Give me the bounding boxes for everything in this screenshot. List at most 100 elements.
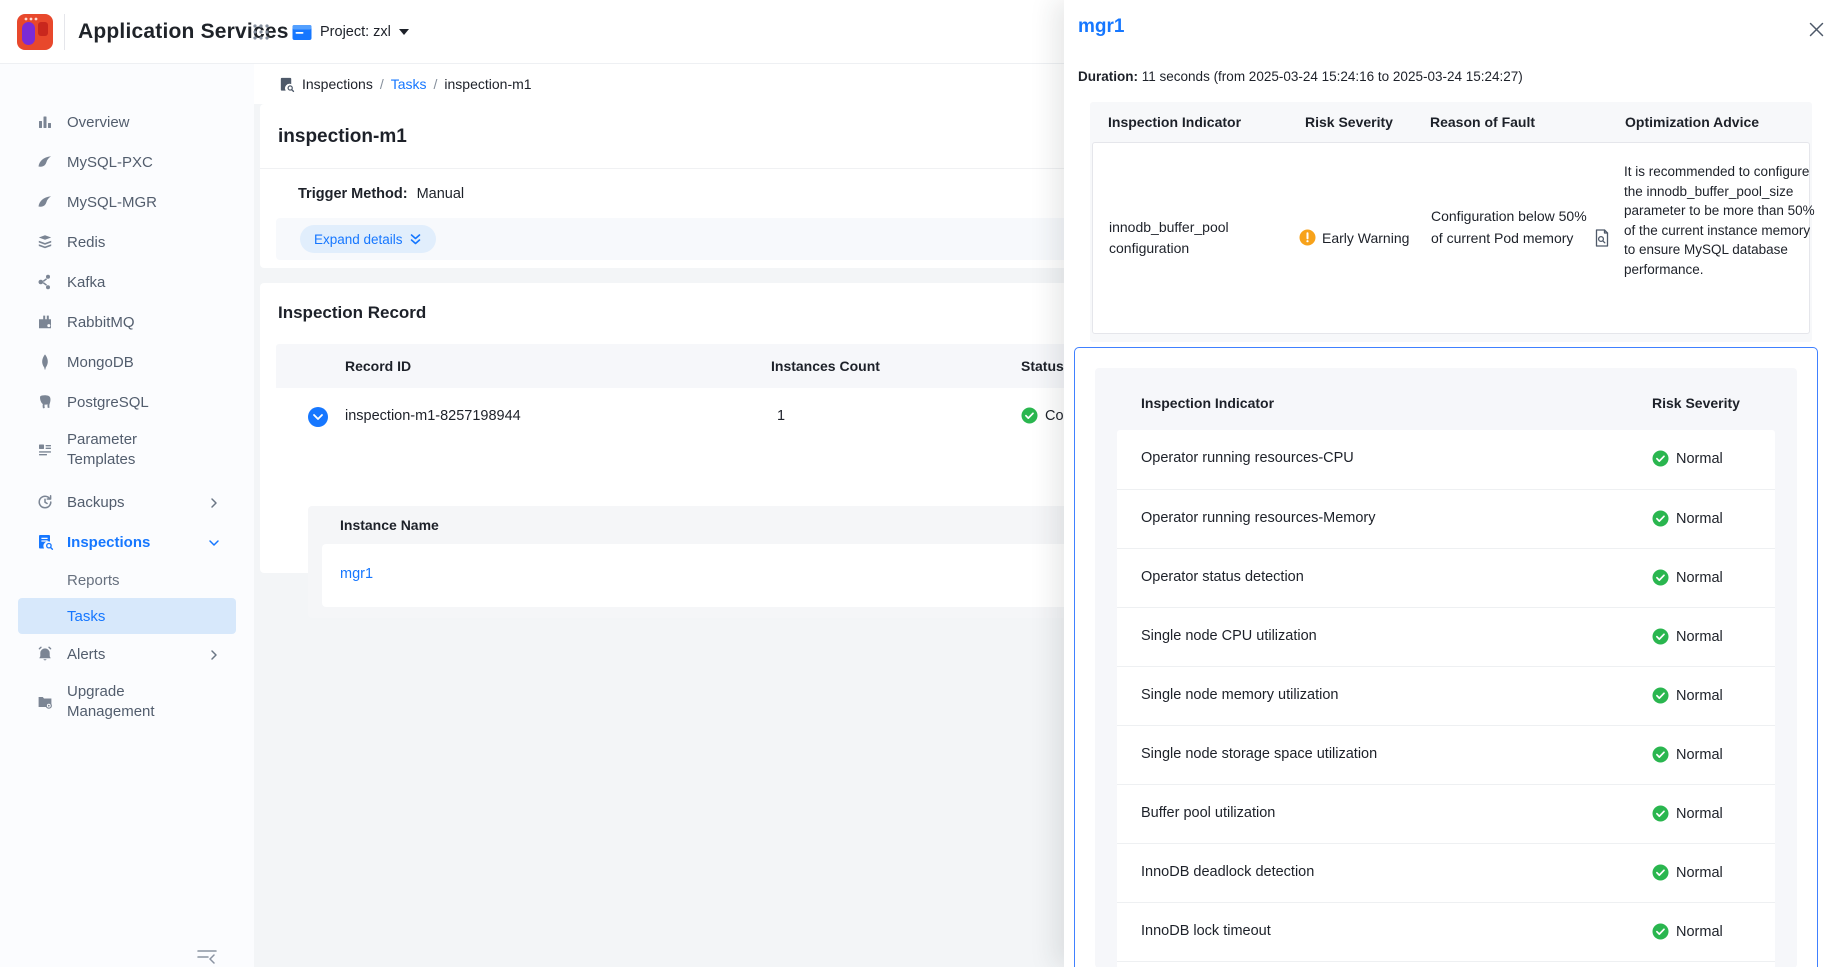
column-instances-count: Instances Count [771, 358, 880, 374]
fault-reason: Configuration below 50% of current Pod m… [1431, 205, 1591, 249]
fault-table: Inspection Indicator Risk Severity Reaso… [1090, 102, 1812, 342]
column-risk-severity: Risk Severity [1305, 114, 1393, 130]
template-icon [36, 441, 54, 459]
sidebar-item-label: Reports [67, 572, 120, 589]
sidebar: Overview MySQL-PXC MySQL-MGR Redis Kafka [0, 0, 254, 967]
instance-detail-drawer: mgr1 Duration: 11 seconds (from 2025-03-… [1064, 0, 1844, 967]
sidebar-item-tasks[interactable]: Tasks [18, 598, 236, 634]
collapse-sidebar-icon[interactable] [196, 948, 218, 964]
indicator-row: Operator running resources-Memory Normal [1117, 489, 1775, 548]
sidebar-item-label: RabbitMQ [67, 314, 135, 331]
sidebar-item-alerts[interactable]: Alerts [0, 634, 254, 674]
indicator-label: InnoDB lock timeout [1141, 923, 1271, 939]
severity-label: Normal [1676, 629, 1723, 645]
indicator-severity: Normal [1652, 864, 1723, 881]
severity-label: Normal [1676, 865, 1723, 881]
kafka-icon [36, 273, 54, 291]
indicator-label: Operator running resources-CPU [1141, 450, 1354, 466]
close-icon[interactable] [1809, 22, 1824, 37]
sidebar-item-rabbitmq[interactable]: RabbitMQ [0, 302, 254, 342]
check-circle-icon [1652, 746, 1669, 763]
breadcrumb-tasks[interactable]: Tasks [391, 76, 427, 92]
severity-label: Normal [1676, 924, 1723, 940]
indicator-row: Single node CPU utilization Normal [1117, 607, 1775, 666]
indicator-list: Operator running resources-CPU Normal Op… [1117, 430, 1775, 967]
upgrade-icon [36, 693, 54, 711]
indicator-row: InnoDB deadlock detection Normal [1117, 843, 1775, 902]
column-reason-of-fault: Reason of Fault [1430, 114, 1535, 130]
indicator-label: Operator status detection [1141, 569, 1304, 585]
fault-table-header: Inspection Indicator Risk Severity Reaso… [1090, 102, 1812, 142]
project-selector[interactable]: Project: zxl [292, 0, 409, 64]
dolphin-icon [36, 153, 54, 171]
sidebar-item-mongodb[interactable]: MongoDB [0, 342, 254, 382]
sidebar-item-kafka[interactable]: Kafka [0, 262, 254, 302]
indicator-severity: Normal [1652, 569, 1723, 586]
check-circle-icon [1652, 864, 1669, 881]
sidebar-item-label: Kafka [67, 274, 105, 291]
normal-indicators-table: Inspection Indicator Risk Severity Opera… [1095, 368, 1797, 967]
sidebar-item-label: Redis [67, 234, 105, 251]
leaf-icon [36, 353, 54, 371]
sidebar-item-label: Upgrade Management [67, 682, 197, 722]
sidebar-item-label: Tasks [67, 608, 105, 625]
indicator-severity: Normal [1652, 510, 1723, 527]
normal-indicators-box: Inspection Indicator Risk Severity Opera… [1074, 347, 1818, 967]
column-optimization-advice: Optimization Advice [1625, 114, 1759, 130]
caret-down-icon [399, 29, 409, 35]
breadcrumb-inspections[interactable]: Inspections [302, 76, 373, 92]
column-inspection-indicator: Inspection Indicator [1141, 395, 1274, 411]
check-circle-icon [1021, 407, 1038, 424]
sidebar-item-label: PostgreSQL [67, 394, 149, 411]
indicator-label: InnoDB deadlock detection [1141, 864, 1314, 880]
duration-row: Duration: 11 seconds (from 2025-03-24 15… [1078, 69, 1523, 84]
collapse-row-icon[interactable] [308, 407, 328, 427]
elephant-icon [36, 393, 54, 411]
sidebar-item-mysql-pxc[interactable]: MySQL-PXC [0, 142, 254, 182]
sidebar-item-mysql-mgr[interactable]: MySQL-MGR [0, 182, 254, 222]
rabbitmq-icon [36, 313, 54, 331]
indicator-severity: Normal [1652, 687, 1723, 704]
indicator-label: Buffer pool utilization [1141, 805, 1275, 821]
severity-label: Normal [1676, 806, 1723, 822]
breadcrumb-separator: / [380, 76, 384, 92]
breadcrumb-current: inspection-m1 [444, 76, 531, 92]
inspection-icon [278, 76, 295, 93]
fault-severity: Early Warning [1299, 229, 1409, 246]
indicator-row: InnoDB lock timeout Normal [1117, 902, 1775, 961]
severity-label: Normal [1676, 688, 1723, 704]
sidebar-item-upgrade-management[interactable]: Upgrade Management [0, 674, 254, 730]
check-circle-icon [1652, 687, 1669, 704]
section-title: Inspection Record [278, 303, 426, 323]
check-circle-icon [1652, 450, 1669, 467]
duration-value: 11 seconds (from 2025-03-24 15:24:16 to … [1142, 69, 1523, 84]
fault-severity-label: Early Warning [1322, 230, 1409, 246]
indicator-severity: Normal [1652, 628, 1723, 645]
sidebar-item-postgresql[interactable]: PostgreSQL [0, 382, 254, 422]
sidebar-item-label: Inspections [67, 534, 150, 551]
sidebar-nav: Overview MySQL-PXC MySQL-MGR Redis Kafka [0, 102, 254, 730]
app-logo [16, 13, 54, 51]
column-risk-severity: Risk Severity [1652, 395, 1740, 411]
file-search-icon[interactable] [1593, 228, 1611, 248]
indicator-label: Single node storage space utilization [1141, 746, 1377, 762]
double-chevron-down-icon [409, 233, 422, 246]
severity-label: Normal [1676, 570, 1723, 586]
sidebar-item-redis[interactable]: Redis [0, 222, 254, 262]
record-instances-count: 1 [777, 408, 785, 424]
sidebar-item-inspections[interactable]: Inspections [0, 522, 254, 562]
sidebar-item-reports[interactable]: Reports [0, 562, 254, 598]
indicator-severity: Normal [1652, 923, 1723, 940]
sidebar-item-backups[interactable]: Backups [0, 482, 254, 522]
sidebar-item-label: Backups [67, 494, 125, 511]
sidebar-item-parameter-templates[interactable]: Parameter Templates [0, 422, 254, 478]
check-circle-icon [1652, 510, 1669, 527]
sidebar-item-overview[interactable]: Overview [0, 102, 254, 142]
column-record-id: Record ID [345, 358, 411, 374]
instance-link-mgr1[interactable]: mgr1 [340, 566, 373, 582]
project-icon [292, 24, 312, 41]
expand-details-button[interactable]: Expand details [300, 225, 436, 253]
expand-details-label: Expand details [314, 232, 403, 247]
app-grid-icon[interactable] [251, 22, 271, 42]
warning-circle-icon [1299, 229, 1316, 246]
